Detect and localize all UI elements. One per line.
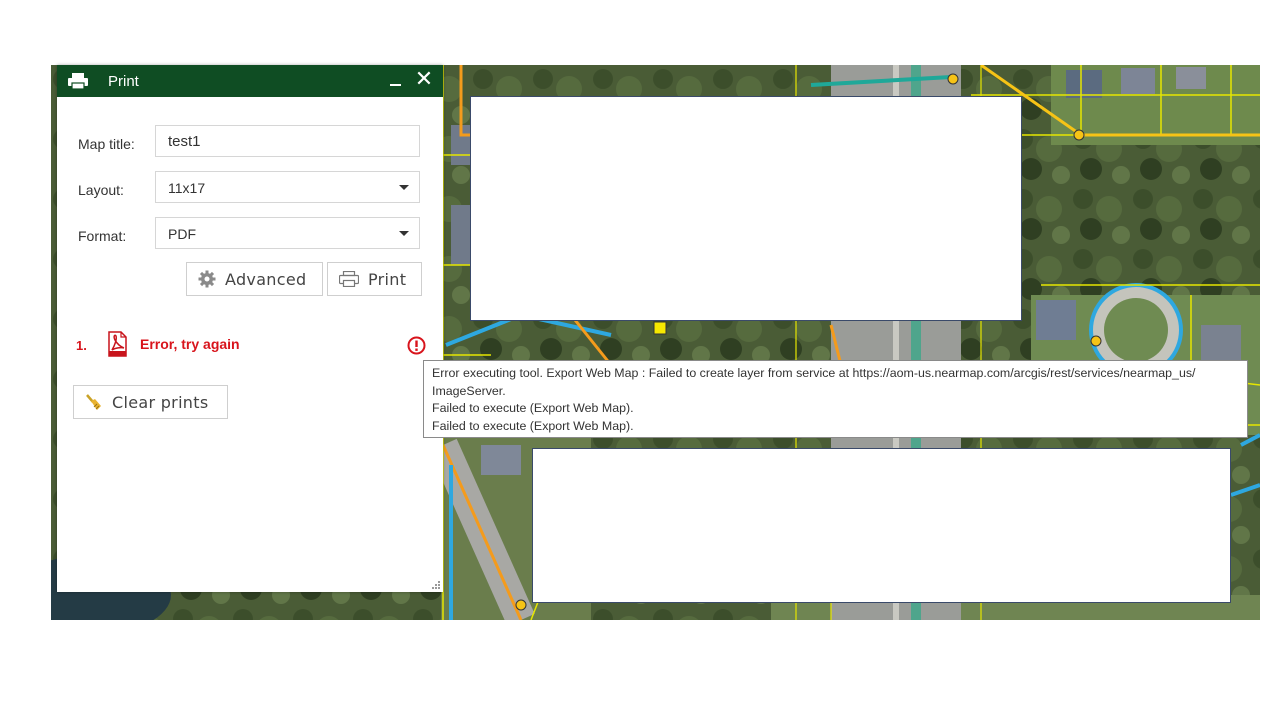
clear-prints-button[interactable]: Clear prints — [73, 385, 228, 419]
tooltip-line: Error executing tool. Export Web Map : F… — [432, 366, 1196, 380]
printer-icon — [68, 73, 88, 89]
layout-selected-value: 11x17 — [168, 180, 206, 196]
redacted-area-bottom — [532, 448, 1231, 603]
map-title-label: Map title: — [78, 136, 135, 152]
error-icon[interactable] — [407, 336, 426, 355]
result-status-link[interactable]: Error, try again — [140, 336, 240, 352]
print-result-item: 1. Error, try again — [57, 331, 443, 357]
tooltip-line: ImageServer. — [432, 383, 506, 398]
layout-row: Layout: 11x17 — [57, 171, 443, 207]
chevron-down-icon — [399, 231, 409, 236]
redacted-area-top — [470, 96, 1022, 321]
resize-handle-icon[interactable] — [431, 580, 441, 590]
print-button-label: Print — [368, 269, 407, 289]
map-title-input[interactable]: test1 — [155, 125, 420, 157]
format-row: Format: PDF — [57, 217, 443, 253]
clear-prints-label: Clear prints — [112, 392, 209, 412]
broom-icon — [86, 394, 101, 410]
advanced-button-label: Advanced — [225, 269, 307, 289]
minimize-icon[interactable] — [389, 71, 403, 91]
panel-title: Print — [108, 72, 139, 90]
layout-select[interactable]: 11x17 — [155, 171, 420, 203]
error-tooltip: Error executing tool. Export Web Map : F… — [423, 360, 1248, 438]
tooltip-line: Failed to execute (Export Web Map). — [432, 418, 634, 433]
tooltip-line: Failed to execute (Export Web Map). — [432, 401, 634, 415]
layout-label: Layout: — [78, 182, 124, 198]
chevron-down-icon — [399, 185, 409, 190]
advanced-button[interactable]: Advanced — [186, 262, 323, 296]
format-select[interactable]: PDF — [155, 217, 420, 249]
print-panel: Print ✕ Map title: test1 Layout: 11x17 F… — [57, 65, 443, 592]
map-title-row: Map title: test1 — [57, 125, 443, 161]
pdf-icon[interactable] — [106, 331, 128, 357]
close-icon[interactable]: ✕ — [414, 69, 434, 91]
print-panel-header[interactable]: Print ✕ — [57, 65, 443, 97]
gear-icon — [198, 270, 216, 288]
result-index: 1. — [76, 338, 87, 353]
format-selected-value: PDF — [168, 226, 196, 242]
print-button[interactable]: Print — [327, 262, 422, 296]
format-label: Format: — [78, 228, 127, 244]
printer-icon — [339, 271, 359, 287]
